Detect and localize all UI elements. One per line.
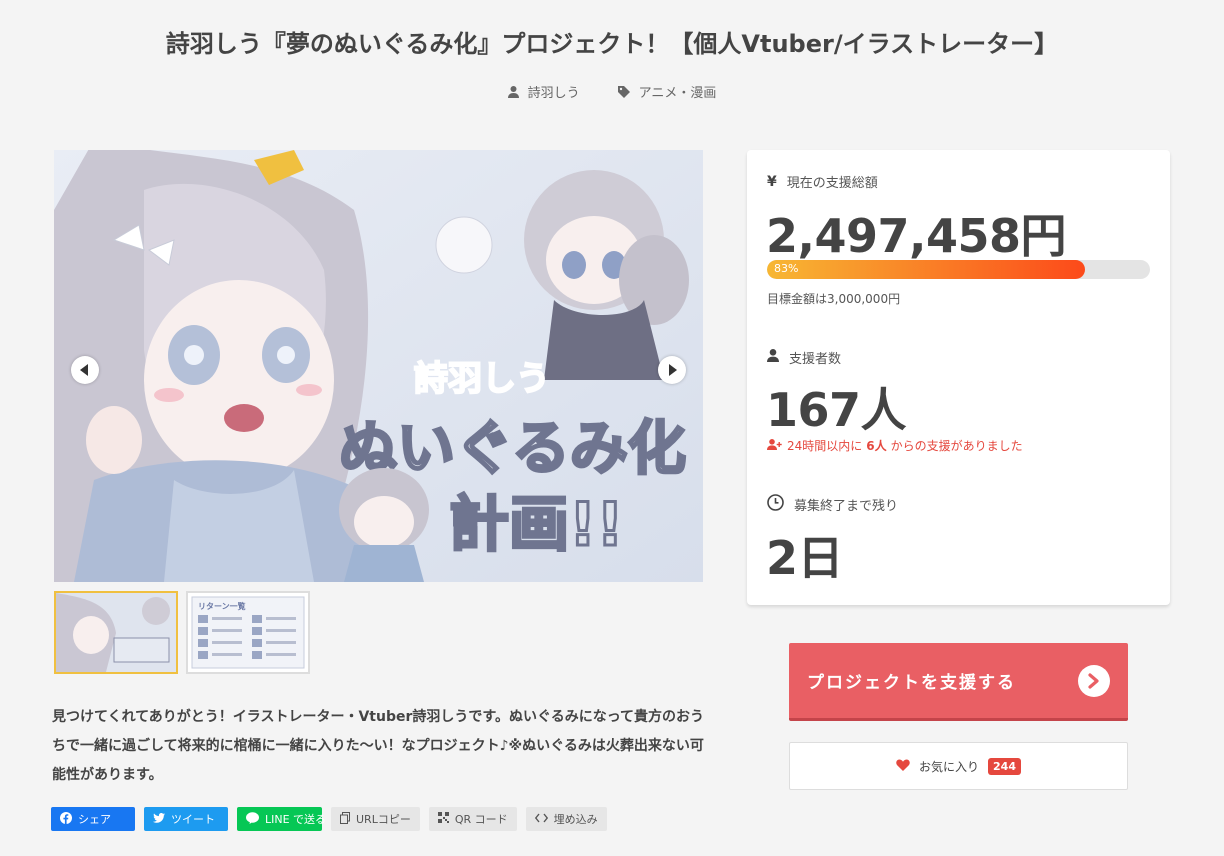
funding-progress-percent: 83% bbox=[774, 262, 799, 275]
line-share-button[interactable]: LINE で送る bbox=[237, 807, 326, 831]
total-amount-label: 現在の支援総額 bbox=[786, 176, 878, 191]
copy-icon bbox=[340, 811, 350, 827]
chevron-left-icon bbox=[80, 364, 88, 376]
project-meta: 詩羽しう アニメ・漫画 bbox=[0, 82, 1224, 101]
category-link[interactable]: アニメ・漫画 bbox=[617, 82, 717, 101]
recent-prefix: 24時間以内に bbox=[787, 439, 863, 453]
remaining-label: 募集終了まで残り bbox=[794, 499, 899, 514]
backers-label: 支援者数 bbox=[789, 352, 842, 367]
qr-code-label: QR コード bbox=[454, 813, 508, 826]
remaining-label-row: 募集終了まで残り bbox=[767, 494, 898, 515]
total-amount-value: 2,497,458円 bbox=[766, 209, 1067, 263]
facebook-share-button[interactable]: シェア bbox=[51, 807, 135, 831]
hero-title-top: 詩羽しう bbox=[414, 359, 550, 399]
qr-code-icon bbox=[437, 812, 449, 826]
favorite-label: お気に入り bbox=[919, 759, 980, 774]
twitter-share-label: ツイート bbox=[171, 813, 215, 826]
support-project-button[interactable]: プロジェクトを支援する bbox=[789, 643, 1128, 721]
thumbnail-1[interactable] bbox=[54, 591, 178, 674]
user-plus-icon bbox=[767, 438, 783, 453]
line-share-label: LINE で送る bbox=[265, 813, 327, 826]
favorite-count-badge: 244 bbox=[988, 757, 1021, 775]
user-icon bbox=[507, 85, 519, 98]
user-icon bbox=[767, 349, 779, 366]
heart-icon bbox=[896, 759, 910, 774]
chevron-right-circle-icon bbox=[1078, 664, 1110, 697]
url-copy-button[interactable]: URLコピー bbox=[331, 807, 420, 831]
share-bar: シェア ツイート LINE で送る URLコピー QR コード 埋め込み bbox=[51, 807, 607, 831]
project-main-image[interactable]: 詩羽しう ぬいぐるみ化 計画!! bbox=[54, 150, 703, 582]
funding-progress-fill bbox=[767, 260, 1085, 279]
facebook-icon bbox=[60, 811, 72, 827]
project-description: 見つけてくれてありがとう！イラストレーター・Vtuber詩羽しうです。ぬいぐるみ… bbox=[52, 709, 704, 783]
twitter-share-button[interactable]: ツイート bbox=[144, 807, 228, 831]
embed-button[interactable]: 埋め込み bbox=[525, 807, 607, 831]
carousel-prev-button[interactable] bbox=[71, 356, 99, 384]
favorite-button[interactable]: お気に入り 244 bbox=[789, 742, 1128, 790]
thumbnail-2-heading: リターン一覧 bbox=[198, 601, 246, 611]
project-title: 詩羽しう『夢のぬいぐるみ化』プロジェクト！【個人Vtuber/イラストレーター】 bbox=[165, 30, 1059, 58]
thumbnail-1-image bbox=[56, 593, 176, 672]
tag-icon bbox=[617, 85, 630, 98]
funding-progress-bar: 83% bbox=[767, 260, 1150, 279]
backers-label-row: 支援者数 bbox=[767, 348, 841, 367]
line-icon bbox=[246, 811, 259, 827]
author-link[interactable]: 詩羽しう bbox=[507, 82, 580, 101]
total-amount-label-row: ¥ 現在の支援総額 bbox=[767, 172, 878, 192]
goal-amount: 目標金額は3,000,000円 bbox=[767, 292, 901, 306]
thumbnail-2[interactable]: リターン一覧 bbox=[186, 591, 310, 674]
category-name: アニメ・漫画 bbox=[638, 86, 717, 101]
twitter-bird-icon bbox=[153, 812, 165, 826]
support-project-label: プロジェクトを支援する bbox=[807, 673, 1016, 693]
clock-icon bbox=[767, 494, 784, 515]
hero-title-bottom: 計画!! bbox=[449, 490, 624, 560]
embed-label: 埋め込み bbox=[553, 813, 598, 826]
remaining-value: 2日 bbox=[766, 531, 844, 585]
backers-value: 167人 bbox=[766, 383, 907, 437]
thumbnail-2-image: リターン一覧 bbox=[188, 593, 308, 672]
carousel-next-button[interactable] bbox=[658, 356, 686, 384]
yen-icon: ¥ bbox=[767, 173, 777, 190]
recent-backers-notice: 24時間以内に 6人 からの支援がありました bbox=[767, 437, 1023, 454]
chevron-right-icon bbox=[669, 364, 677, 376]
url-copy-label: URLコピー bbox=[356, 813, 411, 826]
recent-count: 6人 bbox=[866, 439, 887, 453]
author-name: 詩羽しう bbox=[527, 86, 580, 101]
code-icon bbox=[534, 813, 548, 826]
project-illustration: 詩羽しう ぬいぐるみ化 計画!! bbox=[54, 150, 703, 582]
recent-suffix: からの支援がありました bbox=[890, 439, 1023, 453]
facebook-share-label: シェア bbox=[78, 813, 111, 826]
project-stats-card: ¥ 現在の支援総額 2,497,458円 83% 目標金額は3,000,000円… bbox=[747, 150, 1170, 605]
qr-code-button[interactable]: QR コード bbox=[428, 807, 517, 831]
